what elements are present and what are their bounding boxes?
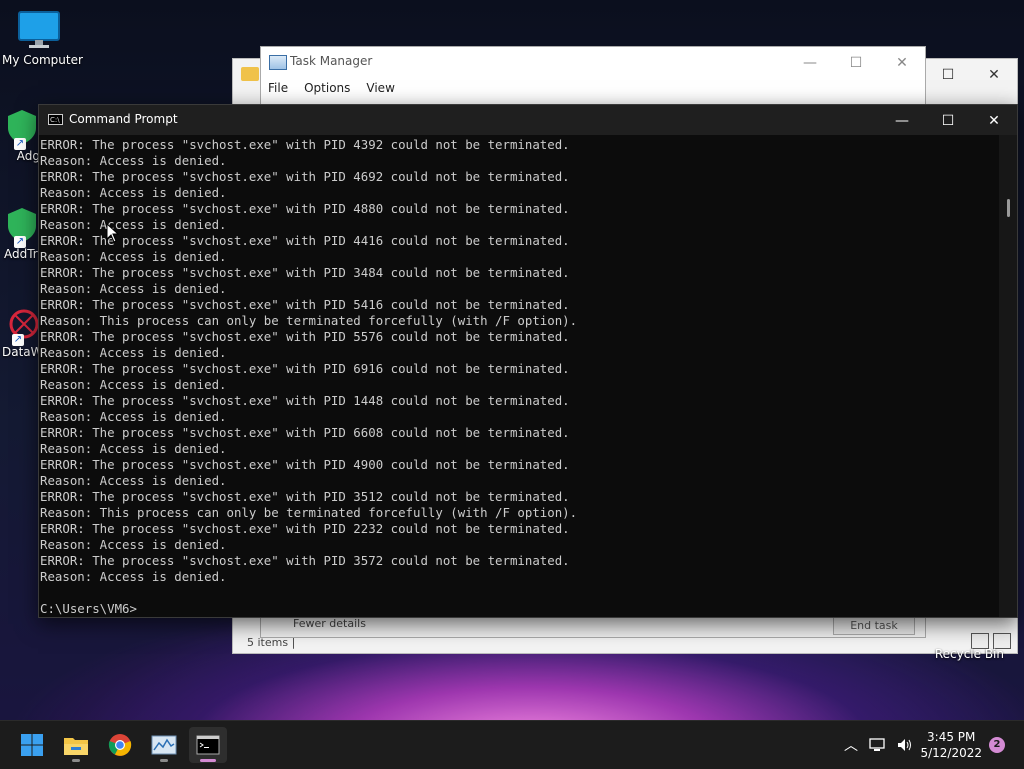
window-title: Command Prompt [69, 112, 178, 126]
vertical-scrollbar[interactable] [999, 135, 1017, 617]
running-indicator [200, 759, 216, 762]
taskbar-file-explorer[interactable] [57, 727, 95, 763]
console-line: ERROR: The process "svchost.exe" with PI… [40, 553, 570, 568]
shortcut-arrow-icon: ↗ [12, 334, 24, 346]
running-indicator [72, 759, 80, 762]
close-button[interactable]: ✕ [879, 47, 925, 79]
window-title: Task Manager [290, 54, 373, 68]
minimize-button[interactable]: — [879, 105, 925, 137]
console-line: Reason: This process can only be termina… [40, 313, 578, 328]
system-clock[interactable]: 3:45 PM 5/12/2022 [920, 729, 982, 761]
console-line: Reason: Access is denied. [40, 217, 227, 232]
console-line: ERROR: The process "svchost.exe" with PI… [40, 137, 570, 152]
desktop-icon-label: DataW [2, 345, 43, 359]
notification-badge[interactable]: 2 [989, 737, 1005, 753]
console-line: Reason: Access is denied. [40, 345, 227, 360]
close-button[interactable]: ✕ [971, 105, 1017, 137]
command-prompt-icon [196, 735, 220, 755]
desktop-icon-my-computer[interactable]: My Computer [2, 10, 83, 67]
task-manager-icon [269, 55, 287, 70]
console-line: ERROR: The process "svchost.exe" with PI… [40, 425, 570, 440]
menu-file[interactable]: File [268, 81, 288, 95]
task-manager-titlebar[interactable]: Task Manager — ☐ ✕ [261, 47, 925, 77]
network-icon[interactable] [868, 737, 886, 753]
console-line: Reason: Access is denied. [40, 377, 227, 392]
console-line: ERROR: The process "svchost.exe" with PI… [40, 521, 570, 536]
monitor-icon [18, 11, 60, 48]
console-line: ERROR: The process "svchost.exe" with PI… [40, 233, 570, 248]
console-line: ERROR: The process "svchost.exe" with PI… [40, 265, 570, 280]
console-line: Reason: Access is denied. [40, 185, 227, 200]
taskbar: ︿ 3:45 PM 5/12/2022 2 [0, 720, 1024, 769]
file-explorer-icon [64, 738, 88, 755]
console-line: Reason: Access is denied. [40, 153, 227, 168]
mouse-cursor-icon [106, 223, 120, 243]
end-task-button[interactable]: End task [833, 617, 915, 635]
taskbar-task-manager[interactable] [145, 727, 183, 763]
maximize-button[interactable]: ☐ [833, 47, 879, 79]
menu-options[interactable]: Options [304, 81, 350, 95]
minimize-button[interactable]: — [787, 47, 833, 79]
console-line: Reason: Access is denied. [40, 537, 227, 552]
console-line: Reason: This process can only be termina… [40, 505, 578, 520]
console-line: Reason: Access is denied. [40, 409, 227, 424]
console-line: ERROR: The process "svchost.exe" with PI… [40, 393, 570, 408]
show-hidden-icons-button[interactable]: ︿ [844, 735, 858, 755]
console-line: ERROR: The process "svchost.exe" with PI… [40, 329, 570, 344]
console-line: ERROR: The process "svchost.exe" with PI… [40, 169, 570, 184]
clock-date: 5/12/2022 [920, 746, 982, 760]
console-line: ERROR: The process "svchost.exe" with PI… [40, 361, 570, 376]
clock-time: 3:45 PM [927, 730, 976, 744]
console-line: ERROR: The process "svchost.exe" with PI… [40, 457, 570, 472]
taskbar-command-prompt[interactable] [189, 727, 227, 763]
console-line: Reason: Access is denied. [40, 569, 227, 584]
desktop-icon-label: AddTri [4, 247, 42, 261]
scrollbar-thumb[interactable] [1007, 199, 1010, 217]
console-line: ERROR: The process "svchost.exe" with PI… [40, 489, 570, 504]
start-button[interactable] [13, 727, 51, 763]
command-prompt-window[interactable]: C:\ Command Prompt — ☐ ✕ ERROR: The proc… [38, 104, 1018, 618]
console-line: ERROR: The process "svchost.exe" with PI… [40, 201, 570, 216]
desktop-icon-label: Adg [16, 149, 40, 163]
start-icon [21, 734, 43, 756]
maximize-button[interactable]: ☐ [925, 59, 971, 91]
desktop-icon-recycle-bin[interactable]: Recycle Bin [935, 647, 1004, 661]
close-button[interactable]: ✕ [971, 59, 1017, 91]
cmd-titlebar[interactable]: C:\ Command Prompt — ☐ ✕ [39, 105, 1017, 135]
fewer-details-link[interactable]: Fewer details [293, 617, 366, 630]
desktop-icon-dataw[interactable]: ↗ DataW [2, 304, 43, 359]
console-line: Reason: Access is denied. [40, 281, 227, 296]
running-indicator [160, 759, 168, 762]
maximize-button[interactable]: ☐ [925, 105, 971, 137]
console-line: C:\Users\VM6> [40, 601, 137, 616]
taskbar-chrome[interactable] [101, 727, 139, 763]
task-manager-menubar: File Options View [261, 77, 925, 99]
console-line: ERROR: The process "svchost.exe" with PI… [40, 297, 570, 312]
menu-view[interactable]: View [366, 81, 394, 95]
shortcut-arrow-icon: ↗ [14, 236, 26, 248]
task-manager-icon [151, 735, 177, 755]
volume-icon[interactable] [896, 737, 914, 753]
console-output[interactable]: ERROR: The process "svchost.exe" with PI… [39, 135, 999, 617]
console-line: Reason: Access is denied. [40, 441, 227, 456]
desktop-icon-addtri[interactable]: ↗ AddTri [4, 206, 42, 261]
shortcut-arrow-icon: ↗ [14, 138, 26, 150]
console-line: Reason: Access is denied. [40, 473, 227, 488]
desktop-icon-label: My Computer [2, 53, 83, 67]
chrome-icon [108, 734, 132, 756]
desktop-icon-adg[interactable]: ↗ Adg [4, 108, 40, 163]
end-task-label: End task [850, 619, 898, 632]
cmd-window-icon: C:\ [48, 114, 63, 125]
folder-icon [241, 67, 259, 81]
console-line: Reason: Access is denied. [40, 249, 227, 264]
